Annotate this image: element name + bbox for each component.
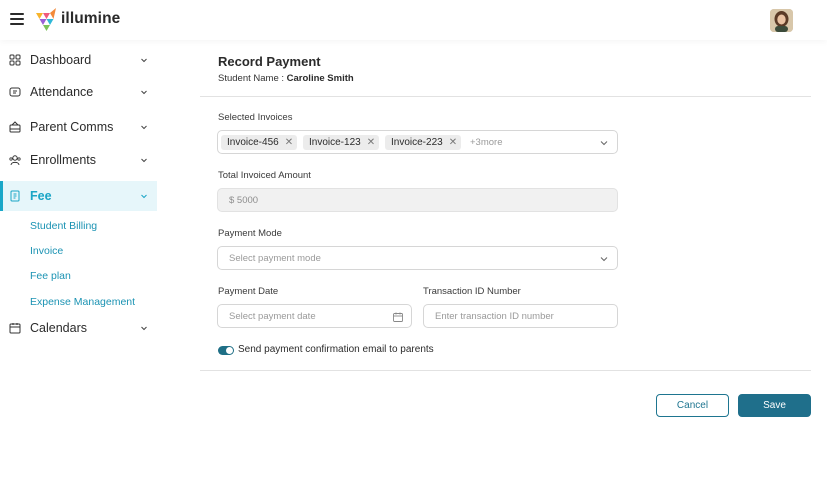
calendar-icon xyxy=(9,323,21,334)
parent-comms-icon xyxy=(9,121,21,133)
payment-mode-select[interactable]: Select payment mode xyxy=(217,246,618,270)
footer-divider xyxy=(200,370,811,371)
email-confirmation-toggle[interactable] xyxy=(218,346,234,355)
sidebar-item-label: Dashboard xyxy=(30,53,92,67)
header-divider xyxy=(200,96,811,97)
invoice-chip-label: Invoice-223 xyxy=(391,137,443,148)
toggle-knob xyxy=(226,347,233,354)
sidebar-item-parent-comms[interactable]: Parent Comms xyxy=(0,112,157,142)
chevron-down-icon[interactable] xyxy=(600,139,608,147)
invoice-chip-label: Invoice-456 xyxy=(227,137,279,148)
invoice-chip-label: Invoice-123 xyxy=(309,137,361,148)
top-bar: illumine xyxy=(0,0,827,40)
hamburger-icon[interactable] xyxy=(10,13,24,25)
invoice-chip: Invoice-123 ✕ xyxy=(303,135,380,150)
sidebar-item-calendars[interactable]: Calendars xyxy=(0,313,157,343)
dashboard-icon xyxy=(9,54,21,66)
student-name-prefix: Student Name : xyxy=(218,73,287,84)
illumine-logo-icon xyxy=(36,8,56,31)
save-button[interactable]: Save xyxy=(738,394,811,417)
payment-date-placeholder: Select payment date xyxy=(229,311,316,322)
remove-chip-icon[interactable]: ✕ xyxy=(449,137,457,148)
chevron-down-icon xyxy=(141,90,147,95)
page-title: Record Payment xyxy=(218,54,321,69)
cancel-button[interactable]: Cancel xyxy=(656,394,729,417)
fee-icon xyxy=(10,190,20,202)
transaction-id-input[interactable]: Enter transaction ID number xyxy=(423,304,618,328)
payment-date-field[interactable]: Select payment date xyxy=(217,304,412,328)
selected-invoices-label: Selected Invoices xyxy=(218,112,293,123)
remove-chip-icon[interactable]: ✕ xyxy=(367,137,375,148)
sidebar: Dashboard Attendance Parent Comms Enroll… xyxy=(0,40,157,492)
more-invoices-count[interactable]: +3more xyxy=(470,137,502,148)
sidebar-item-attendance[interactable]: Attendance xyxy=(0,77,157,107)
transaction-id-label: Transaction ID Number xyxy=(423,286,521,297)
app-name: illumine xyxy=(61,10,121,27)
chevron-down-icon xyxy=(141,125,147,130)
chevron-down-icon xyxy=(141,158,147,163)
sidebar-subitem-invoice[interactable]: Invoice xyxy=(30,245,63,257)
student-name-line: Student Name : Caroline Smith xyxy=(218,73,354,84)
transaction-id-placeholder: Enter transaction ID number xyxy=(435,311,554,322)
sidebar-subitem-expense-management[interactable]: Expense Management xyxy=(30,296,135,308)
payment-mode-placeholder: Select payment mode xyxy=(229,253,321,264)
sidebar-item-fee[interactable]: Fee xyxy=(0,181,157,211)
sidebar-item-label: Parent Comms xyxy=(30,120,114,134)
calendar-icon[interactable] xyxy=(393,312,403,322)
sidebar-subitem-student-billing[interactable]: Student Billing xyxy=(30,220,97,232)
sidebar-item-dashboard[interactable]: Dashboard xyxy=(0,45,157,75)
chevron-down-icon xyxy=(600,257,608,262)
sidebar-subitem-fee-plan[interactable]: Fee plan xyxy=(30,270,71,282)
sidebar-item-label: Calendars xyxy=(30,321,87,335)
chevron-down-icon xyxy=(141,326,147,331)
sidebar-item-enrollments[interactable]: Enrollments xyxy=(0,145,157,175)
student-name: Caroline Smith xyxy=(286,73,354,84)
sidebar-item-label: Attendance xyxy=(30,85,94,99)
record-payment-form: Record Payment Student Name : Caroline S… xyxy=(157,40,827,492)
invoice-chip: Invoice-223 ✕ xyxy=(385,135,462,150)
invoice-chip: Invoice-456 ✕ xyxy=(221,135,298,150)
chevron-down-icon xyxy=(141,194,147,199)
enrollments-icon xyxy=(9,155,21,166)
attendance-icon xyxy=(9,87,21,97)
remove-chip-icon[interactable]: ✕ xyxy=(285,137,293,148)
sidebar-item-label: Enrollments xyxy=(30,153,96,167)
payment-date-label: Payment Date xyxy=(218,286,279,297)
payment-mode-label: Payment Mode xyxy=(218,228,282,239)
total-invoiced-label: Total Invoiced Amount xyxy=(218,170,311,181)
total-invoiced-value: $ 5000 xyxy=(229,195,259,206)
sidebar-item-label: Fee xyxy=(30,189,52,203)
selected-invoices-select[interactable]: Invoice-456 ✕ Invoice-123 ✕ Invoice-223 ✕ +… xyxy=(217,130,618,154)
total-invoiced-field: $ 5000 xyxy=(217,188,618,212)
chevron-down-icon xyxy=(141,58,147,63)
user-avatar[interactable] xyxy=(770,9,793,32)
email-confirmation-label: Send payment confirmation email to paren… xyxy=(238,344,434,355)
